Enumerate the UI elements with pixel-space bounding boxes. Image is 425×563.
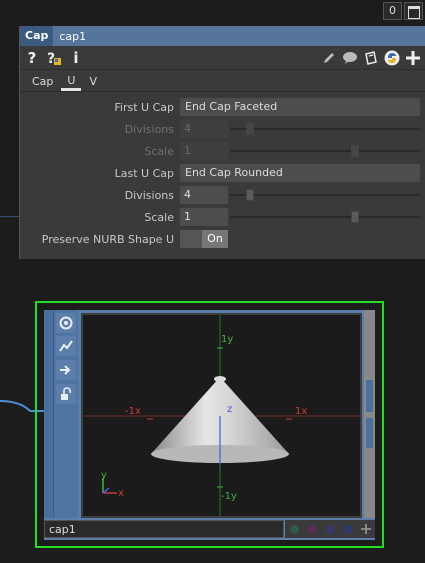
label-neg-y: -1y bbox=[221, 491, 237, 502]
tab-v[interactable]: V bbox=[83, 75, 103, 91]
node-sidebar bbox=[44, 310, 78, 518]
axis-gizmo: y x bbox=[101, 470, 124, 499]
param-label: First U Cap bbox=[114, 100, 174, 114]
clone-icon[interactable] bbox=[363, 50, 379, 66]
slider-knob[interactable] bbox=[246, 189, 254, 201]
param-label: Divisions bbox=[124, 188, 174, 202]
arrow-icon[interactable] bbox=[56, 360, 76, 380]
slider-knob bbox=[351, 145, 359, 157]
param-preserve-nurb: Preserve NURB Shape U On bbox=[20, 228, 425, 250]
add-icon[interactable] bbox=[405, 50, 421, 66]
toggle-on-segment: On bbox=[202, 230, 228, 248]
label-pos-x: 1x bbox=[295, 406, 307, 417]
slider-knob[interactable] bbox=[351, 211, 359, 223]
panel-titlebar: Cap cap1 bbox=[20, 26, 425, 46]
node-viewer-scrollbar[interactable] bbox=[364, 310, 375, 518]
comment-icon[interactable] bbox=[342, 50, 358, 66]
viewer-canvas: 1y -1y -1x 1x z y x bbox=[83, 315, 360, 516]
python-icon[interactable] bbox=[384, 50, 400, 66]
divisions-1-slider bbox=[230, 120, 420, 138]
param-label: Scale bbox=[144, 210, 174, 224]
maximize-button[interactable] bbox=[404, 2, 423, 20]
scale-1-field: 1 bbox=[180, 142, 228, 160]
count-button[interactable]: 0 bbox=[383, 2, 402, 20]
label-neg-x: -1x bbox=[125, 406, 141, 417]
parameter-list: First U Cap End Cap Faceted Divisions 4 … bbox=[20, 92, 425, 250]
divisions-1-field: 4 bbox=[180, 120, 228, 138]
scale-1-slider bbox=[230, 142, 420, 160]
param-label: Divisions bbox=[124, 122, 174, 136]
operator-name[interactable]: cap1 bbox=[53, 30, 86, 43]
flag-bypass-icon[interactable] bbox=[339, 520, 357, 538]
gizmo-y-label: y bbox=[101, 470, 107, 481]
param-divisions-1: Divisions 4 bbox=[20, 118, 425, 140]
flag-display-icon[interactable] bbox=[285, 520, 303, 538]
window-controls: 0 bbox=[383, 2, 423, 20]
divisions-2-field[interactable]: 4 bbox=[180, 186, 228, 204]
node-input-strip bbox=[44, 310, 54, 518]
param-label: Last U Cap bbox=[114, 166, 174, 180]
cap-node[interactable]: 1y -1y -1x 1x z y x cap1 bbox=[44, 310, 375, 540]
param-scale-2: Scale 1 bbox=[20, 206, 425, 228]
parameter-tabs: Cap U V bbox=[20, 70, 425, 92]
help-icon[interactable]: ? bbox=[24, 49, 40, 67]
lock-icon[interactable] bbox=[56, 384, 76, 404]
scroll-thumb-upper[interactable] bbox=[366, 380, 373, 412]
edit-icon[interactable] bbox=[321, 50, 337, 66]
param-divisions-2: Divisions 4 bbox=[20, 184, 425, 206]
scale-2-field[interactable]: 1 bbox=[180, 208, 228, 226]
flag-template-icon[interactable] bbox=[321, 520, 339, 538]
last-u-cap-menu[interactable]: End Cap Rounded bbox=[180, 164, 420, 182]
label-pos-y: 1y bbox=[221, 334, 233, 345]
flag-add-icon[interactable] bbox=[357, 520, 375, 538]
gizmo-x-label: x bbox=[118, 488, 124, 499]
cone-tip bbox=[214, 376, 226, 382]
param-label: Preserve NURB Shape U bbox=[41, 232, 174, 246]
node-flags bbox=[285, 520, 375, 538]
wire-icon[interactable] bbox=[56, 336, 76, 356]
param-scale-1: Scale 1 bbox=[20, 140, 425, 162]
flag-render-icon[interactable] bbox=[303, 520, 321, 538]
viewer-icon[interactable] bbox=[56, 313, 76, 333]
param-label: Scale bbox=[144, 144, 174, 158]
operator-type: Cap bbox=[20, 26, 54, 46]
parameter-panel: Cap cap1 ? ? i Cap U V First U Cap End C… bbox=[19, 26, 425, 259]
divisions-2-slider[interactable] bbox=[230, 186, 420, 204]
scale-2-slider[interactable] bbox=[230, 208, 420, 226]
first-u-cap-menu[interactable]: End Cap Faceted bbox=[180, 98, 420, 116]
tab-cap[interactable]: Cap bbox=[26, 75, 59, 91]
label-z: z bbox=[227, 404, 232, 415]
info-icon[interactable]: i bbox=[68, 49, 84, 67]
network-wire bbox=[0, 216, 20, 217]
param-last-u-cap: Last U Cap End Cap Rounded bbox=[20, 162, 425, 184]
help-python-icon[interactable]: ? bbox=[46, 50, 62, 66]
param-first-u-cap: First U Cap End Cap Faceted bbox=[20, 96, 425, 118]
panel-toolbar: ? ? i bbox=[20, 46, 425, 70]
preserve-nurb-toggle[interactable]: On bbox=[180, 230, 228, 248]
scroll-thumb-lower[interactable] bbox=[366, 418, 373, 448]
svg-text:?: ? bbox=[47, 51, 55, 66]
node-name-field[interactable]: cap1 bbox=[44, 520, 284, 538]
geometry-viewer[interactable]: 1y -1y -1x 1x z y x bbox=[81, 313, 362, 518]
tab-u[interactable]: U bbox=[61, 74, 82, 91]
toggle-off-segment bbox=[180, 230, 202, 248]
slider-knob bbox=[246, 123, 254, 135]
